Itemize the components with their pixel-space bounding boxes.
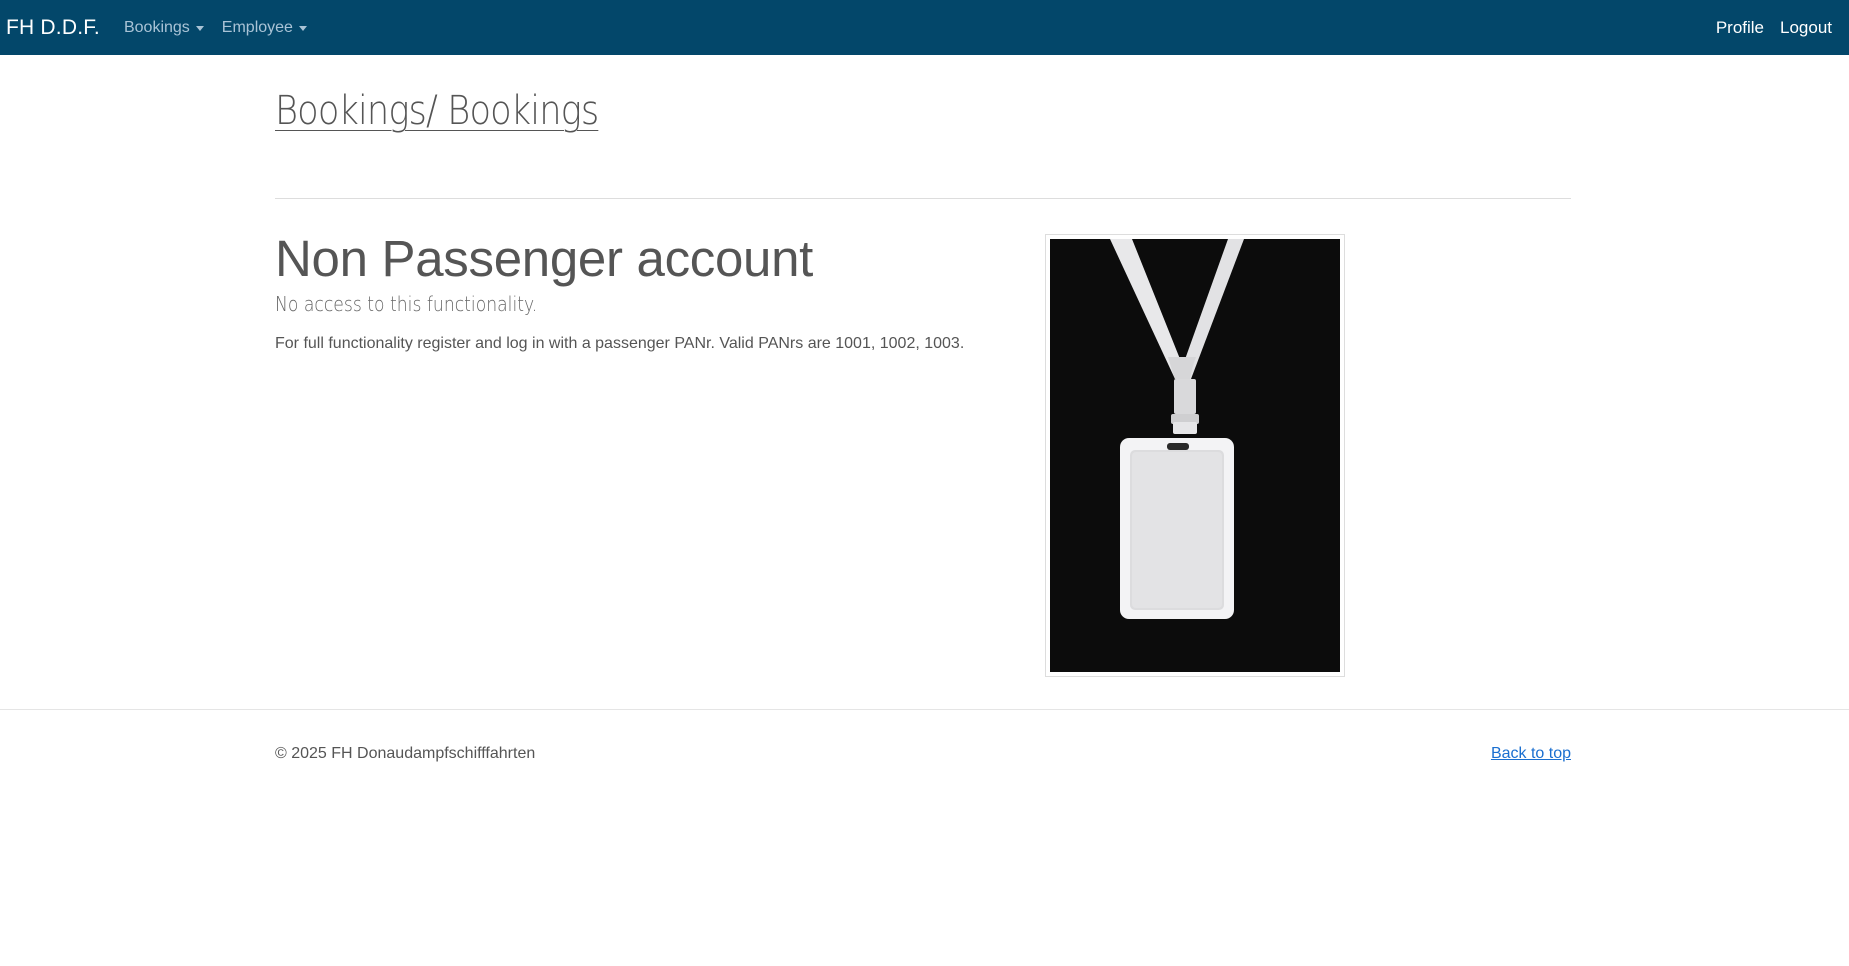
chevron-down-icon [298,25,307,31]
page-header: Bookings/ Bookings [275,88,1571,134]
page-title[interactable]: Bookings/ Bookings [275,88,599,134]
logout-link[interactable]: Logout [1780,18,1832,38]
profile-link[interactable]: Profile [1716,18,1764,38]
employee-dropdown-label: Employee [221,18,293,36]
top-navbar: FH D.D.F. Bookings Employee Profile Logo… [0,0,1849,55]
back-to-top-link[interactable]: Back to top [1491,745,1571,763]
bookings-dropdown[interactable]: Bookings [124,19,204,37]
bookings-dropdown-label: Bookings [123,18,190,36]
employee-dropdown[interactable]: Employee [222,19,307,37]
badge-image [1045,234,1345,677]
message-title: Non Passenger account [275,230,814,287]
chevron-down-icon [195,25,204,31]
nav-menu-group: Bookings Employee [124,19,307,37]
message-subtitle: No access to this functionality. [275,292,538,316]
footer-divider [0,709,1849,710]
nav-right-group: Profile Logout [1716,0,1832,55]
footer-copyright: © 2025 FH Donaudampfschifffahrten [275,745,536,762]
lanyard-badge-illustration [1050,239,1340,672]
divider [275,198,1571,199]
message-section: Non Passenger account No access to this … [275,228,995,353]
lanyard-badge-photo [1050,239,1340,672]
message-text: For full functionality register and log … [275,335,965,352]
brand-link[interactable]: FH D.D.F. [6,16,100,40]
